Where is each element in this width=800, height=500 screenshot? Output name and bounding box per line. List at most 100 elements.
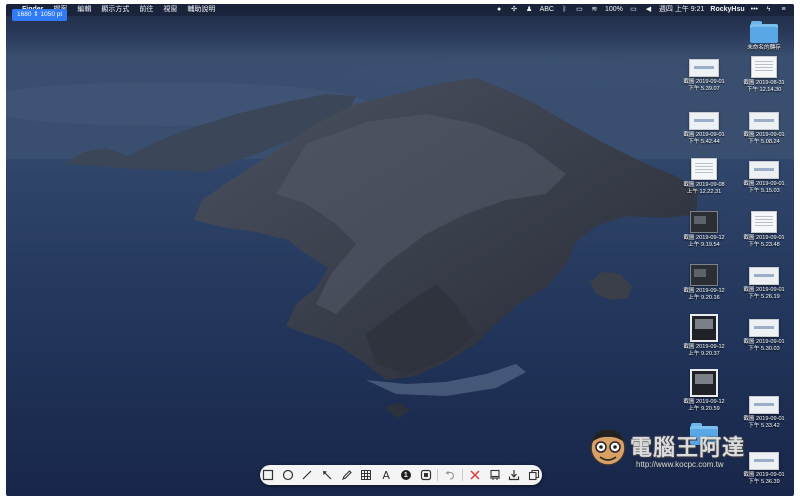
- desktop-item-label: 截圖 2019-09-01 下午 5.26.19: [743, 287, 785, 300]
- volume-icon[interactable]: ◀: [644, 6, 653, 14]
- screenshot-thumbnail-icon: [690, 264, 718, 286]
- ellipse-tool[interactable]: [280, 467, 296, 483]
- desktop-item-label: 截圖 2019-08-31 下午 12.14.30: [743, 80, 785, 93]
- screenshot-toolbar: A 1: [260, 465, 542, 485]
- pin-button[interactable]: [487, 467, 503, 483]
- menu-item-view[interactable]: 顯示方式: [101, 4, 129, 16]
- ellipse-icon: [282, 469, 293, 481]
- pin-icon: [489, 469, 500, 480]
- desktop-item-label: 截圖 2019-09-01 下午 5.23.48: [743, 235, 785, 248]
- menu-bar: Finder 檔案 編輯 顯示方式 前往 視窗 輔助說明 ● ✣ ♟ ABC ᛒ…: [6, 4, 794, 16]
- copy-icon: [529, 469, 540, 481]
- desktop-item-label: 截圖 2019-09-12 上午 9.19.54: [683, 235, 725, 248]
- menu-item-edit[interactable]: 編輯: [77, 4, 91, 16]
- screenshot-thumbnail-icon: [689, 59, 719, 77]
- notification-center-icon[interactable]: ≡: [779, 6, 788, 14]
- desktop-file[interactable]: 截圖 2019-09-12 上午 9.20.37: [676, 313, 732, 357]
- desktop-item-label: 截圖 2019-09-12 上午 9.20.16: [683, 288, 725, 301]
- desktop-item-label: 未命名的轉存: [747, 45, 781, 51]
- status-person-icon[interactable]: ♟: [525, 6, 534, 14]
- battery-percent[interactable]: 100%: [605, 4, 623, 16]
- save-icon: [509, 470, 520, 481]
- toolbar-divider: [437, 469, 439, 481]
- counter-tool[interactable]: 1: [398, 467, 414, 483]
- desktop-item-label: 截圖 2019-09-12 上午 9.20.59: [683, 399, 725, 412]
- close-button[interactable]: [467, 467, 483, 483]
- counter-label: 1: [403, 471, 408, 479]
- screenshot-thumbnail-icon: [749, 112, 779, 130]
- airplay-icon[interactable]: ▭: [575, 6, 584, 14]
- desktop-icons: 未命名的轉存截圖 2019-09-01 下午 5.39.07 截圖 2019-08-…: [672, 18, 794, 485]
- menu-clock[interactable]: 週四 上午 9:21: [659, 4, 705, 16]
- screenshot-thumbnail-icon: [749, 267, 779, 285]
- capture-size-readout: 1680 ⇕ 1050 pt: [12, 9, 68, 21]
- battery-icon[interactable]: ▭: [629, 6, 638, 14]
- desktop-item-label: 截圖 2019-09-08 上午 12.22.31: [683, 182, 725, 195]
- pen-icon: [341, 470, 352, 480]
- pen-tool[interactable]: [339, 467, 355, 483]
- desktop-file[interactable]: 截圖 2019-09-01 下午 5.08.24: [736, 106, 792, 145]
- save-button[interactable]: [507, 467, 523, 483]
- menu-item-go[interactable]: 前往: [139, 4, 153, 16]
- screenshot-thumbnail-icon: [691, 158, 717, 180]
- menu-item-window[interactable]: 視窗: [163, 4, 177, 16]
- screenshot-thumbnail-icon: [690, 211, 718, 233]
- desktop-file[interactable]: 截圖 2019-09-01 下午 5.42.44: [676, 106, 732, 145]
- bolt-icon[interactable]: ϟ: [764, 6, 773, 14]
- arrow-tool[interactable]: [319, 467, 335, 483]
- wifi-icon[interactable]: ≋: [590, 6, 599, 14]
- line-icon: [302, 470, 312, 480]
- desktop-item-label: 截圖 2019-09-01 下午 5.15.03: [743, 181, 785, 194]
- screenshot-thumbnail-icon: [751, 56, 777, 78]
- desktop-file[interactable]: 截圖 2019-09-12 上午 9.20.59: [676, 368, 732, 412]
- desktop-item-label: 截圖 2019-09-12 上午 9.20.37: [683, 344, 725, 357]
- bluetooth-icon[interactable]: ᛒ: [560, 6, 569, 14]
- screenshot-thumbnail-icon: [689, 112, 719, 130]
- desktop-item-label: 截圖 2019-09-01 下午 5.42.44: [683, 132, 725, 145]
- desktop-folder[interactable]: 未命名的轉存: [736, 18, 792, 52]
- desktop-file[interactable]: 截圖 2019-09-12 上午 9.20.16: [676, 261, 732, 301]
- screenshot-thumbnail-icon: [690, 314, 718, 342]
- watermark: 電腦王阿達 http://www.kocpc.com.tw: [586, 424, 756, 480]
- desktop-file[interactable]: 截圖 2019-09-01 下午 5.26.19: [736, 261, 792, 300]
- line-tool[interactable]: [299, 467, 315, 483]
- undo-button[interactable]: [442, 467, 458, 483]
- desktop-item-label: 截圖 2019-09-01 下午 5.08.24: [743, 132, 785, 145]
- status-app-icon[interactable]: ✣: [510, 6, 519, 14]
- screenshot-thumbnail-icon: [690, 369, 718, 397]
- rectangle-icon: [262, 469, 273, 481]
- arrow-icon: [323, 471, 332, 480]
- desktop-file[interactable]: 截圖 2019-09-01 下午 5.23.48: [736, 208, 792, 248]
- status-circle-icon[interactable]: ●: [495, 6, 504, 14]
- desktop-file[interactable]: 截圖 2019-09-12 上午 9.19.54: [676, 208, 732, 248]
- mosaic-icon: [361, 470, 372, 480]
- desktop-item-label: 截圖 2019-09-01 下午 5.30.03: [743, 339, 785, 352]
- desktop-item-label: 截圖 2019-09-01 下午 5.39.07: [683, 79, 725, 92]
- desktop-file[interactable]: 截圖 2019-09-01 下午 5.30.03: [736, 313, 792, 352]
- toolbar-divider: [462, 469, 464, 481]
- screenshot-thumbnail-icon: [749, 161, 779, 179]
- screenshot-thumbnail-icon: [749, 396, 779, 414]
- more-icon[interactable]: •••: [751, 4, 758, 16]
- desktop-file[interactable]: 截圖 2019-09-01 下午 5.15.03: [736, 155, 792, 194]
- screenshot-thumbnail-icon: [751, 211, 777, 233]
- folder-icon: [750, 21, 778, 43]
- copy-button[interactable]: [526, 467, 542, 483]
- text-tool-label: A: [382, 468, 390, 482]
- highlight-tool[interactable]: [418, 467, 434, 483]
- text-tool[interactable]: A: [378, 467, 394, 483]
- desktop-file[interactable]: 截圖 2019-08-31 下午 12.14.30: [736, 53, 792, 93]
- watermark-mascot-icon: [590, 429, 626, 466]
- watermark-text: 電腦王阿達: [630, 435, 746, 460]
- screenshot-thumbnail-icon: [749, 319, 779, 337]
- input-source[interactable]: ABC: [540, 4, 554, 16]
- desktop-file[interactable]: 截圖 2019-09-01 下午 5.39.07: [676, 53, 732, 92]
- close-icon: [470, 470, 480, 480]
- rectangle-tool[interactable]: [260, 467, 276, 483]
- desktop-file[interactable]: 截圖 2019-09-08 上午 12.22.31: [676, 155, 732, 195]
- menu-item-help[interactable]: 輔助說明: [187, 4, 215, 16]
- undo-icon: [445, 470, 455, 480]
- mosaic-tool[interactable]: [359, 467, 375, 483]
- desktop-screenshot: Finder 檔案 編輯 顯示方式 前往 視窗 輔助說明 ● ✣ ♟ ABC ᛒ…: [6, 4, 794, 496]
- menu-user[interactable]: RockyHsu: [710, 4, 744, 16]
